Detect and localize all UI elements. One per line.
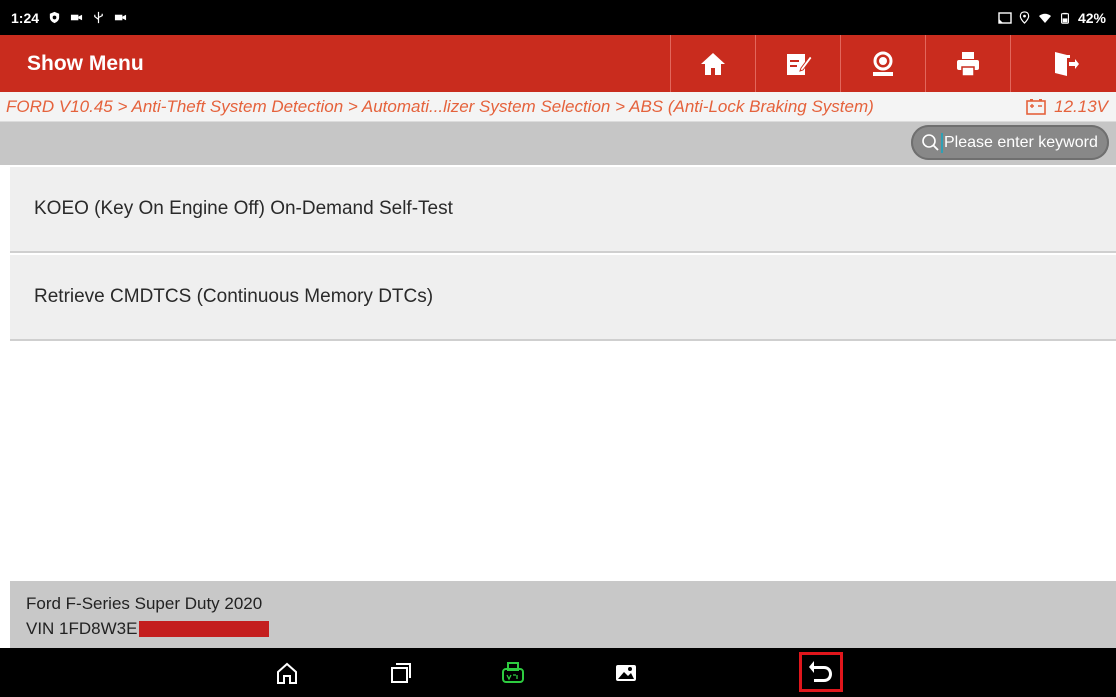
exit-icon — [1055, 51, 1079, 76]
battery-percent: 42% — [1077, 9, 1106, 26]
recents-button[interactable] — [381, 654, 419, 692]
text-cursor — [941, 133, 943, 153]
usb-icon — [91, 11, 105, 25]
back-icon — [809, 661, 832, 682]
vin-text: VIN 1FD8W3E — [26, 619, 138, 638]
print-button[interactable] — [925, 35, 1010, 92]
vehicle-model: Ford F-Series Super Duty 2020 — [26, 594, 263, 613]
page-title: Show Menu — [27, 52, 144, 75]
search-row — [0, 122, 1116, 165]
battery-voltage-icon — [1026, 98, 1046, 115]
battery-icon — [1058, 11, 1072, 25]
app-header: Show Menu — [0, 35, 1116, 92]
screenshot-gallery-icon — [616, 665, 636, 681]
status-time: 1:24 — [11, 9, 40, 26]
wifi-icon — [1038, 11, 1052, 25]
edit-report-button[interactable] — [755, 35, 840, 92]
print-icon — [957, 51, 979, 77]
android-nav-bar — [0, 648, 1116, 697]
cast-icon — [998, 11, 1012, 25]
recents-icon — [391, 663, 411, 683]
vci-icon — [502, 662, 524, 683]
menu-item-retrieve-cmdtcs[interactable]: Retrieve CMDTCS (Continuous Memory DTCs) — [10, 255, 1116, 341]
status-bar: 1:24 42% — [0, 0, 1116, 35]
back-button[interactable] — [799, 652, 843, 692]
exit-button[interactable] — [1010, 35, 1116, 92]
menu-list: KOEO (Key On Engine Off) On-Demand Self-… — [10, 167, 1116, 343]
vci-button[interactable] — [494, 654, 532, 692]
edit-report-icon — [787, 53, 813, 75]
support-button[interactable] — [840, 35, 925, 92]
shield-icon — [47, 11, 61, 25]
search-icon — [922, 134, 939, 151]
video-icon-2 — [113, 11, 127, 25]
voltage-value: 12.13V — [1054, 96, 1108, 116]
vin-redaction — [139, 621, 270, 637]
menu-item-label: Retrieve CMDTCS (Continuous Memory DTCs) — [34, 286, 434, 307]
android-home-button[interactable] — [268, 654, 306, 692]
voltage-indicator: 12.13V — [1026, 92, 1108, 121]
home-button[interactable] — [670, 35, 755, 92]
vehicle-info: Ford F-Series Super Duty 2020 VIN 1FD8W3… — [10, 581, 1116, 648]
android-home-icon — [277, 662, 297, 684]
support-icon — [873, 51, 893, 76]
search-box[interactable] — [911, 125, 1109, 160]
menu-item-koeo-self-test[interactable]: KOEO (Key On Engine Off) On-Demand Self-… — [10, 167, 1116, 253]
breadcrumb: FORD V10.45 > Anti-Theft System Detectio… — [6, 97, 874, 116]
search-input[interactable] — [944, 125, 1104, 160]
vehicle-vin: VIN 1FD8W3E — [26, 619, 270, 639]
location-icon — [1018, 11, 1032, 25]
home-icon — [701, 52, 725, 75]
video-icon — [69, 11, 83, 25]
screenshot-gallery-button[interactable] — [607, 654, 645, 692]
menu-item-label: KOEO (Key On Engine Off) On-Demand Self-… — [34, 198, 453, 219]
breadcrumb-bar: FORD V10.45 > Anti-Theft System Detectio… — [0, 92, 1116, 122]
